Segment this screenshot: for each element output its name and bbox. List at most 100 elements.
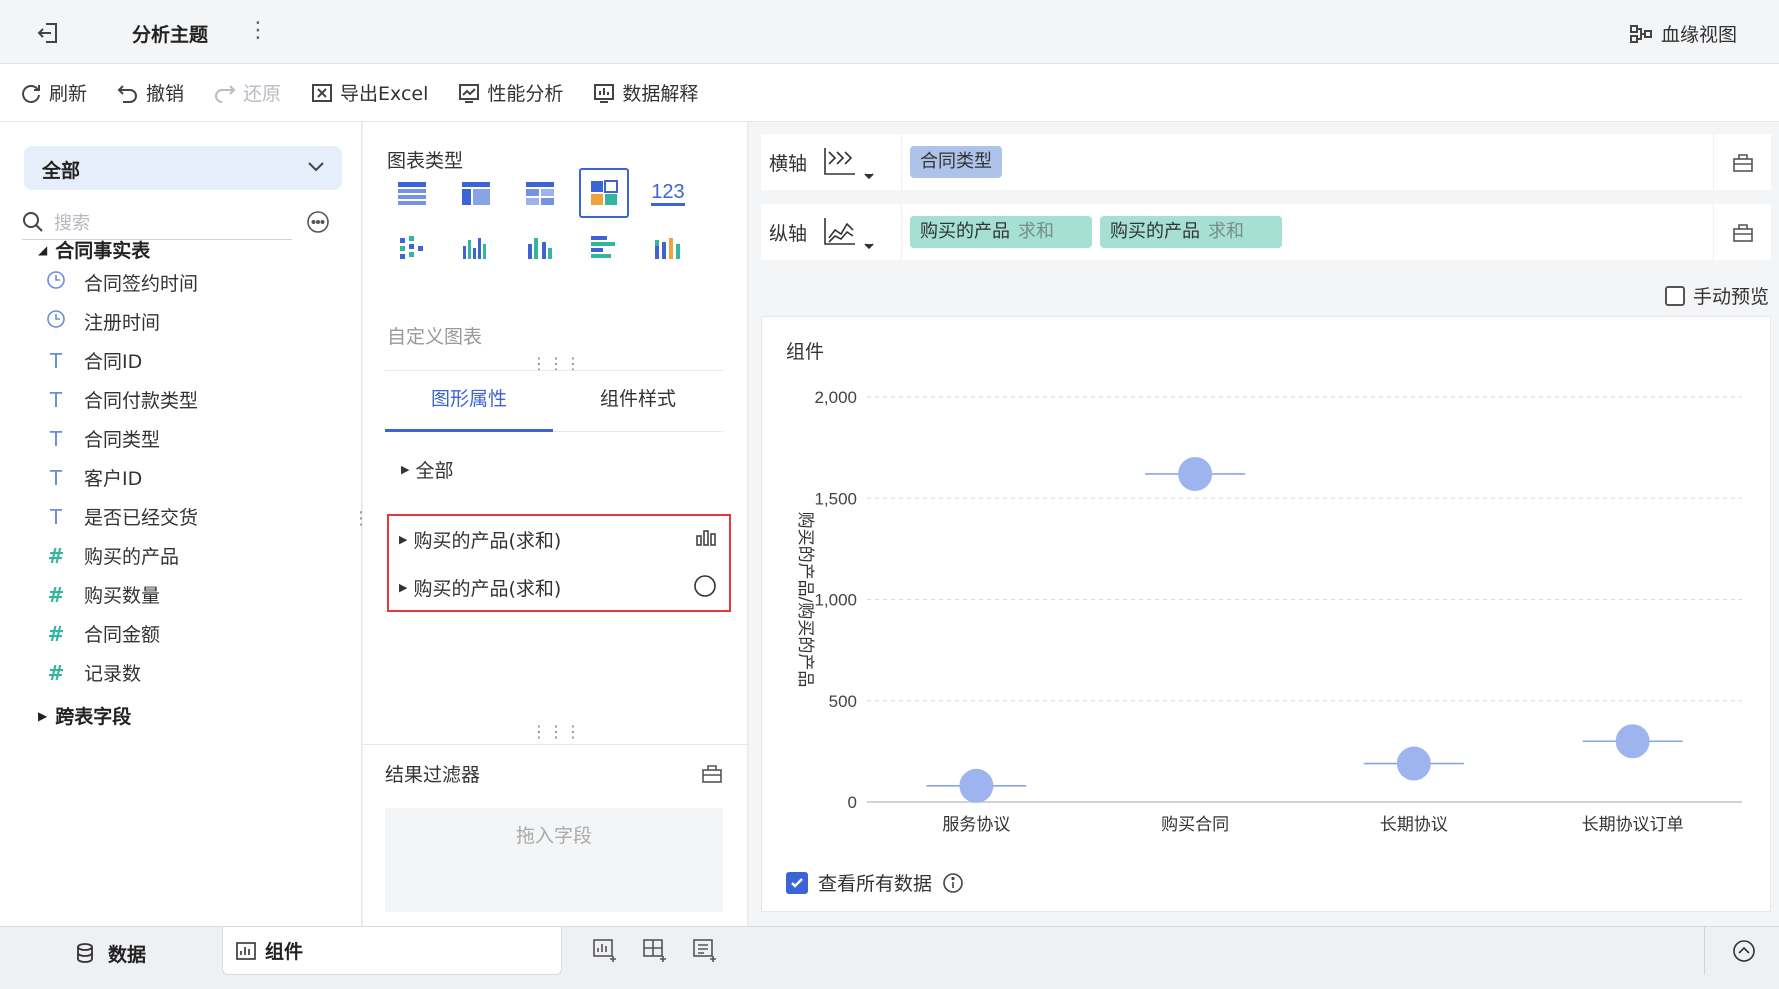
add-report-icon[interactable]	[692, 937, 718, 963]
manual-preview-toggle[interactable]: 手动预览	[1664, 282, 1769, 309]
column-chart-icon[interactable]	[451, 222, 501, 272]
view-all-checkbox[interactable]	[786, 871, 808, 894]
pill-label: 合同类型	[920, 151, 992, 172]
x-axis-config-icon[interactable]	[819, 144, 879, 186]
field-item[interactable]: # 记录数	[44, 659, 141, 686]
performance-button[interactable]: 性能分析	[458, 79, 563, 106]
lineage-icon	[1629, 24, 1652, 43]
field-label: 购买的产品	[84, 546, 180, 568]
add-component-icon[interactable]	[592, 937, 618, 963]
tab-data[interactable]: 数据	[0, 927, 220, 979]
tree-group-cross-table[interactable]: ▶ 跨表字段	[38, 702, 131, 729]
number-icon: #	[47, 660, 65, 685]
table-icon[interactable]	[387, 168, 437, 218]
more-options-icon[interactable]	[306, 210, 330, 234]
field-item[interactable]: # 购买的产品	[44, 542, 179, 569]
redo-label: 还原	[243, 83, 282, 105]
pill-label: 购买的产品	[920, 221, 1010, 242]
tab-data-label: 数据	[107, 943, 146, 966]
measure-prop-row[interactable]: ▶ 购买的产品(求和)	[399, 526, 719, 553]
field-item[interactable]: 注册时间	[44, 308, 160, 335]
tree-group-contract-fact[interactable]: ◢ 合同事实表	[38, 236, 150, 263]
field-item[interactable]: T 客户ID	[44, 464, 142, 491]
lock-icon	[1732, 154, 1753, 172]
lock-icon[interactable]	[701, 762, 723, 784]
y-axis-drop-zone[interactable]: 购买的产品 求和 购买的产品 求和	[901, 204, 1691, 260]
pill-aggregation: 求和	[1208, 221, 1244, 242]
search-input[interactable]: 搜索	[22, 204, 292, 240]
custom-chart-link[interactable]: 自定义图表	[387, 322, 482, 349]
multi-chart-icon[interactable]	[579, 168, 629, 218]
y-tick-label: 0	[848, 793, 857, 812]
grouped-column-icon[interactable]	[515, 222, 565, 272]
add-layout-icon[interactable]	[642, 937, 668, 963]
pill-aggregation: 求和	[1018, 221, 1054, 242]
data-explain-icon	[594, 83, 615, 103]
field-item[interactable]: T 合同付款类型	[44, 386, 198, 413]
measure-props-highlight: ▶ 购买的产品(求和) ▶ 购买的产品(求和)	[387, 514, 731, 612]
undo-button[interactable]: 撤销	[117, 79, 184, 106]
field-item[interactable]: # 合同金额	[44, 620, 160, 647]
pivot-table-icon[interactable]	[451, 168, 501, 218]
x-field-pill[interactable]: 合同类型	[910, 146, 1002, 178]
exit-icon[interactable]	[36, 20, 62, 46]
prop-all-row[interactable]: ▶ 全部	[401, 456, 453, 483]
scatter-bar-icon[interactable]	[387, 222, 437, 272]
search-placeholder: 搜索	[54, 212, 90, 234]
circle-shape-icon[interactable]	[693, 574, 717, 598]
tab-component[interactable]: 组件	[222, 927, 562, 975]
tab-component-style[interactable]: 组件样式	[553, 371, 723, 432]
property-tabs: 图形属性 组件样式	[385, 370, 723, 432]
lineage-view-button[interactable]: 血缘视图	[1629, 20, 1737, 47]
y-field-pill[interactable]: 购买的产品 求和	[1100, 216, 1282, 248]
property-panel: 图表类型 自定义图表 ⋮⋮⋮ 图形属性 组件样式 ▶ 全部 ▶ 购买的产品(求和…	[363, 122, 748, 926]
more-icon[interactable]: ⋮	[247, 18, 269, 43]
performance-icon	[459, 83, 480, 103]
cross-table-icon[interactable]	[515, 168, 565, 218]
y-axis-row: 纵轴 购买的产品 求和 购买的产品 求和	[761, 204, 1771, 260]
export-excel-button[interactable]: 导出Excel	[311, 79, 428, 106]
x-axis-lock[interactable]	[1713, 134, 1771, 190]
manual-preview-checkbox[interactable]	[1664, 285, 1685, 306]
x-axis-drop-zone[interactable]: 合同类型	[901, 134, 1691, 190]
refresh-button[interactable]: 刷新	[20, 79, 87, 106]
collapse-up-icon[interactable]	[1732, 939, 1756, 963]
stacked-column-icon[interactable]	[643, 222, 693, 272]
field-item[interactable]: T 是否已经交货	[44, 503, 198, 530]
kpi-icon[interactable]: 123	[643, 168, 693, 218]
y-field-pill[interactable]: 购买的产品 求和	[910, 216, 1092, 248]
data-explain-button[interactable]: 数据解释	[593, 79, 698, 106]
scatter-chart[interactable]: 0 500 1,000 1,500 2,000 购买的产品/购买的产品服务协议 购买合同 长期…	[762, 357, 1770, 857]
field-label: 合同金额	[84, 624, 161, 646]
excel-icon	[312, 83, 333, 102]
field-label: 购买数量	[84, 585, 161, 607]
measure-prop-label: 购买的产品(求和)	[413, 578, 562, 600]
field-item[interactable]: # 购买数量	[44, 581, 160, 608]
undo-icon	[117, 84, 138, 103]
redo-button[interactable]: 还原	[214, 79, 281, 106]
text-icon: T	[49, 348, 63, 373]
scope-select[interactable]: 全部	[24, 146, 342, 190]
kpi-icon-text: 123	[651, 181, 685, 206]
resize-handle[interactable]: ⋮⋮⋮	[531, 722, 582, 741]
bar-chart-icon[interactable]	[579, 222, 629, 272]
view-all-data-toggle[interactable]: 查看所有数据	[786, 869, 964, 896]
field-item[interactable]: 合同签约时间	[44, 269, 198, 296]
bar-shape-icon[interactable]	[695, 528, 717, 548]
tab-graph-properties[interactable]: 图形属性	[385, 371, 553, 432]
caret-right-icon: ▶	[38, 708, 48, 723]
filter-drop-zone[interactable]: 拖入字段	[385, 808, 723, 912]
data-point	[1396, 746, 1431, 781]
measure-prop-row[interactable]: ▶ 购买的产品(求和)	[399, 574, 719, 601]
field-item[interactable]: T 合同ID	[44, 347, 142, 374]
toolbar: 刷新 撤销 还原 导出Excel 性能分析 数据解释	[0, 64, 1779, 122]
caret-right-icon: ▶	[399, 533, 408, 546]
refresh-icon	[22, 84, 40, 103]
result-filter-title: 结果过滤器	[385, 764, 481, 786]
y-axis-config-icon[interactable]	[819, 214, 879, 256]
info-icon[interactable]	[942, 872, 964, 894]
field-label: 是否已经交货	[84, 507, 199, 529]
y-axis-lock[interactable]	[1713, 204, 1771, 260]
field-item[interactable]: T 合同类型	[44, 425, 160, 452]
measure-prop-label: 购买的产品(求和)	[413, 530, 562, 552]
